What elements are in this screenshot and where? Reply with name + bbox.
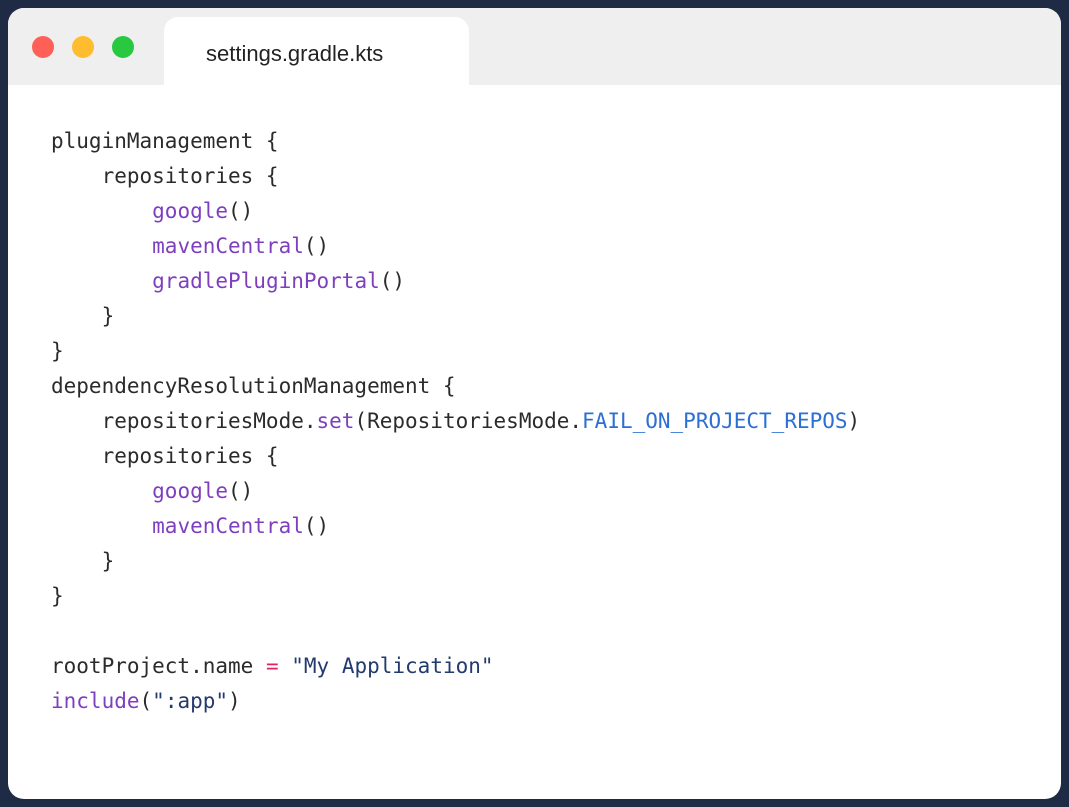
maximize-window-button[interactable] [112, 36, 134, 58]
code-token: () [303, 514, 330, 538]
code-token: gradlePluginPortal [152, 269, 380, 293]
code-token: dependencyResolutionManagement { [51, 374, 456, 398]
code-token: rootProject.name [51, 654, 266, 678]
code-line: gradlePluginPortal() [51, 264, 860, 299]
code-token: google [152, 199, 229, 223]
code-token: () [379, 269, 406, 293]
code-token: } [51, 584, 64, 608]
file-tab[interactable]: settings.gradle.kts [164, 17, 469, 85]
code-window: settings.gradle.kts pluginManagement { r… [8, 8, 1061, 799]
code-token: } [51, 339, 64, 363]
code-token: google [152, 479, 229, 503]
code-token: = [265, 654, 279, 678]
code-line: repositories { [51, 159, 860, 194]
code-token: () [303, 234, 330, 258]
close-window-button[interactable] [32, 36, 54, 58]
code-token: FAIL_ON_PROJECT_REPOS [582, 409, 848, 433]
code-token: ":app" [152, 689, 229, 713]
minimize-window-button[interactable] [72, 36, 94, 58]
code-token: repositoriesMode. [51, 409, 317, 433]
code-line: repositories { [51, 439, 860, 474]
code-line: } [51, 579, 860, 614]
code-token: ) [228, 689, 241, 713]
code-line: mavenCentral() [51, 229, 860, 264]
code-token: mavenCentral [152, 514, 304, 538]
code-line: google() [51, 474, 860, 509]
code-line: pluginManagement { [51, 124, 860, 159]
code-token: mavenCentral [152, 234, 304, 258]
code-line: } [51, 299, 860, 334]
code-token: ) [847, 409, 861, 433]
code-token: } [51, 549, 115, 573]
title-bar: settings.gradle.kts [8, 8, 1061, 85]
code-line: repositoriesMode.set(RepositoriesMode.FA… [51, 404, 861, 439]
code-token: repositories { [51, 444, 279, 468]
code-token: ( [139, 689, 153, 713]
code-line: } [51, 544, 860, 579]
code-editor[interactable]: pluginManagement { repositories { google… [51, 124, 860, 719]
code-line: include(":app") [51, 684, 860, 719]
code-line: google() [51, 194, 860, 229]
code-token: (RepositoriesMode. [354, 409, 583, 433]
code-token: include [51, 689, 140, 713]
file-tab-label: settings.gradle.kts [206, 41, 384, 66]
code-token: pluginManagement { [51, 129, 279, 153]
code-token: } [51, 304, 115, 328]
code-token: repositories { [51, 164, 279, 188]
code-line: mavenCentral() [51, 509, 860, 544]
code-line: } [51, 334, 860, 369]
code-token: set [316, 409, 355, 433]
code-line: dependencyResolutionManagement { [51, 369, 860, 404]
code-token: () [228, 479, 254, 503]
code-token: "My Application" [291, 654, 494, 678]
code-token: () [228, 199, 254, 223]
code-line: rootProject.name = "My Application" [51, 649, 860, 684]
